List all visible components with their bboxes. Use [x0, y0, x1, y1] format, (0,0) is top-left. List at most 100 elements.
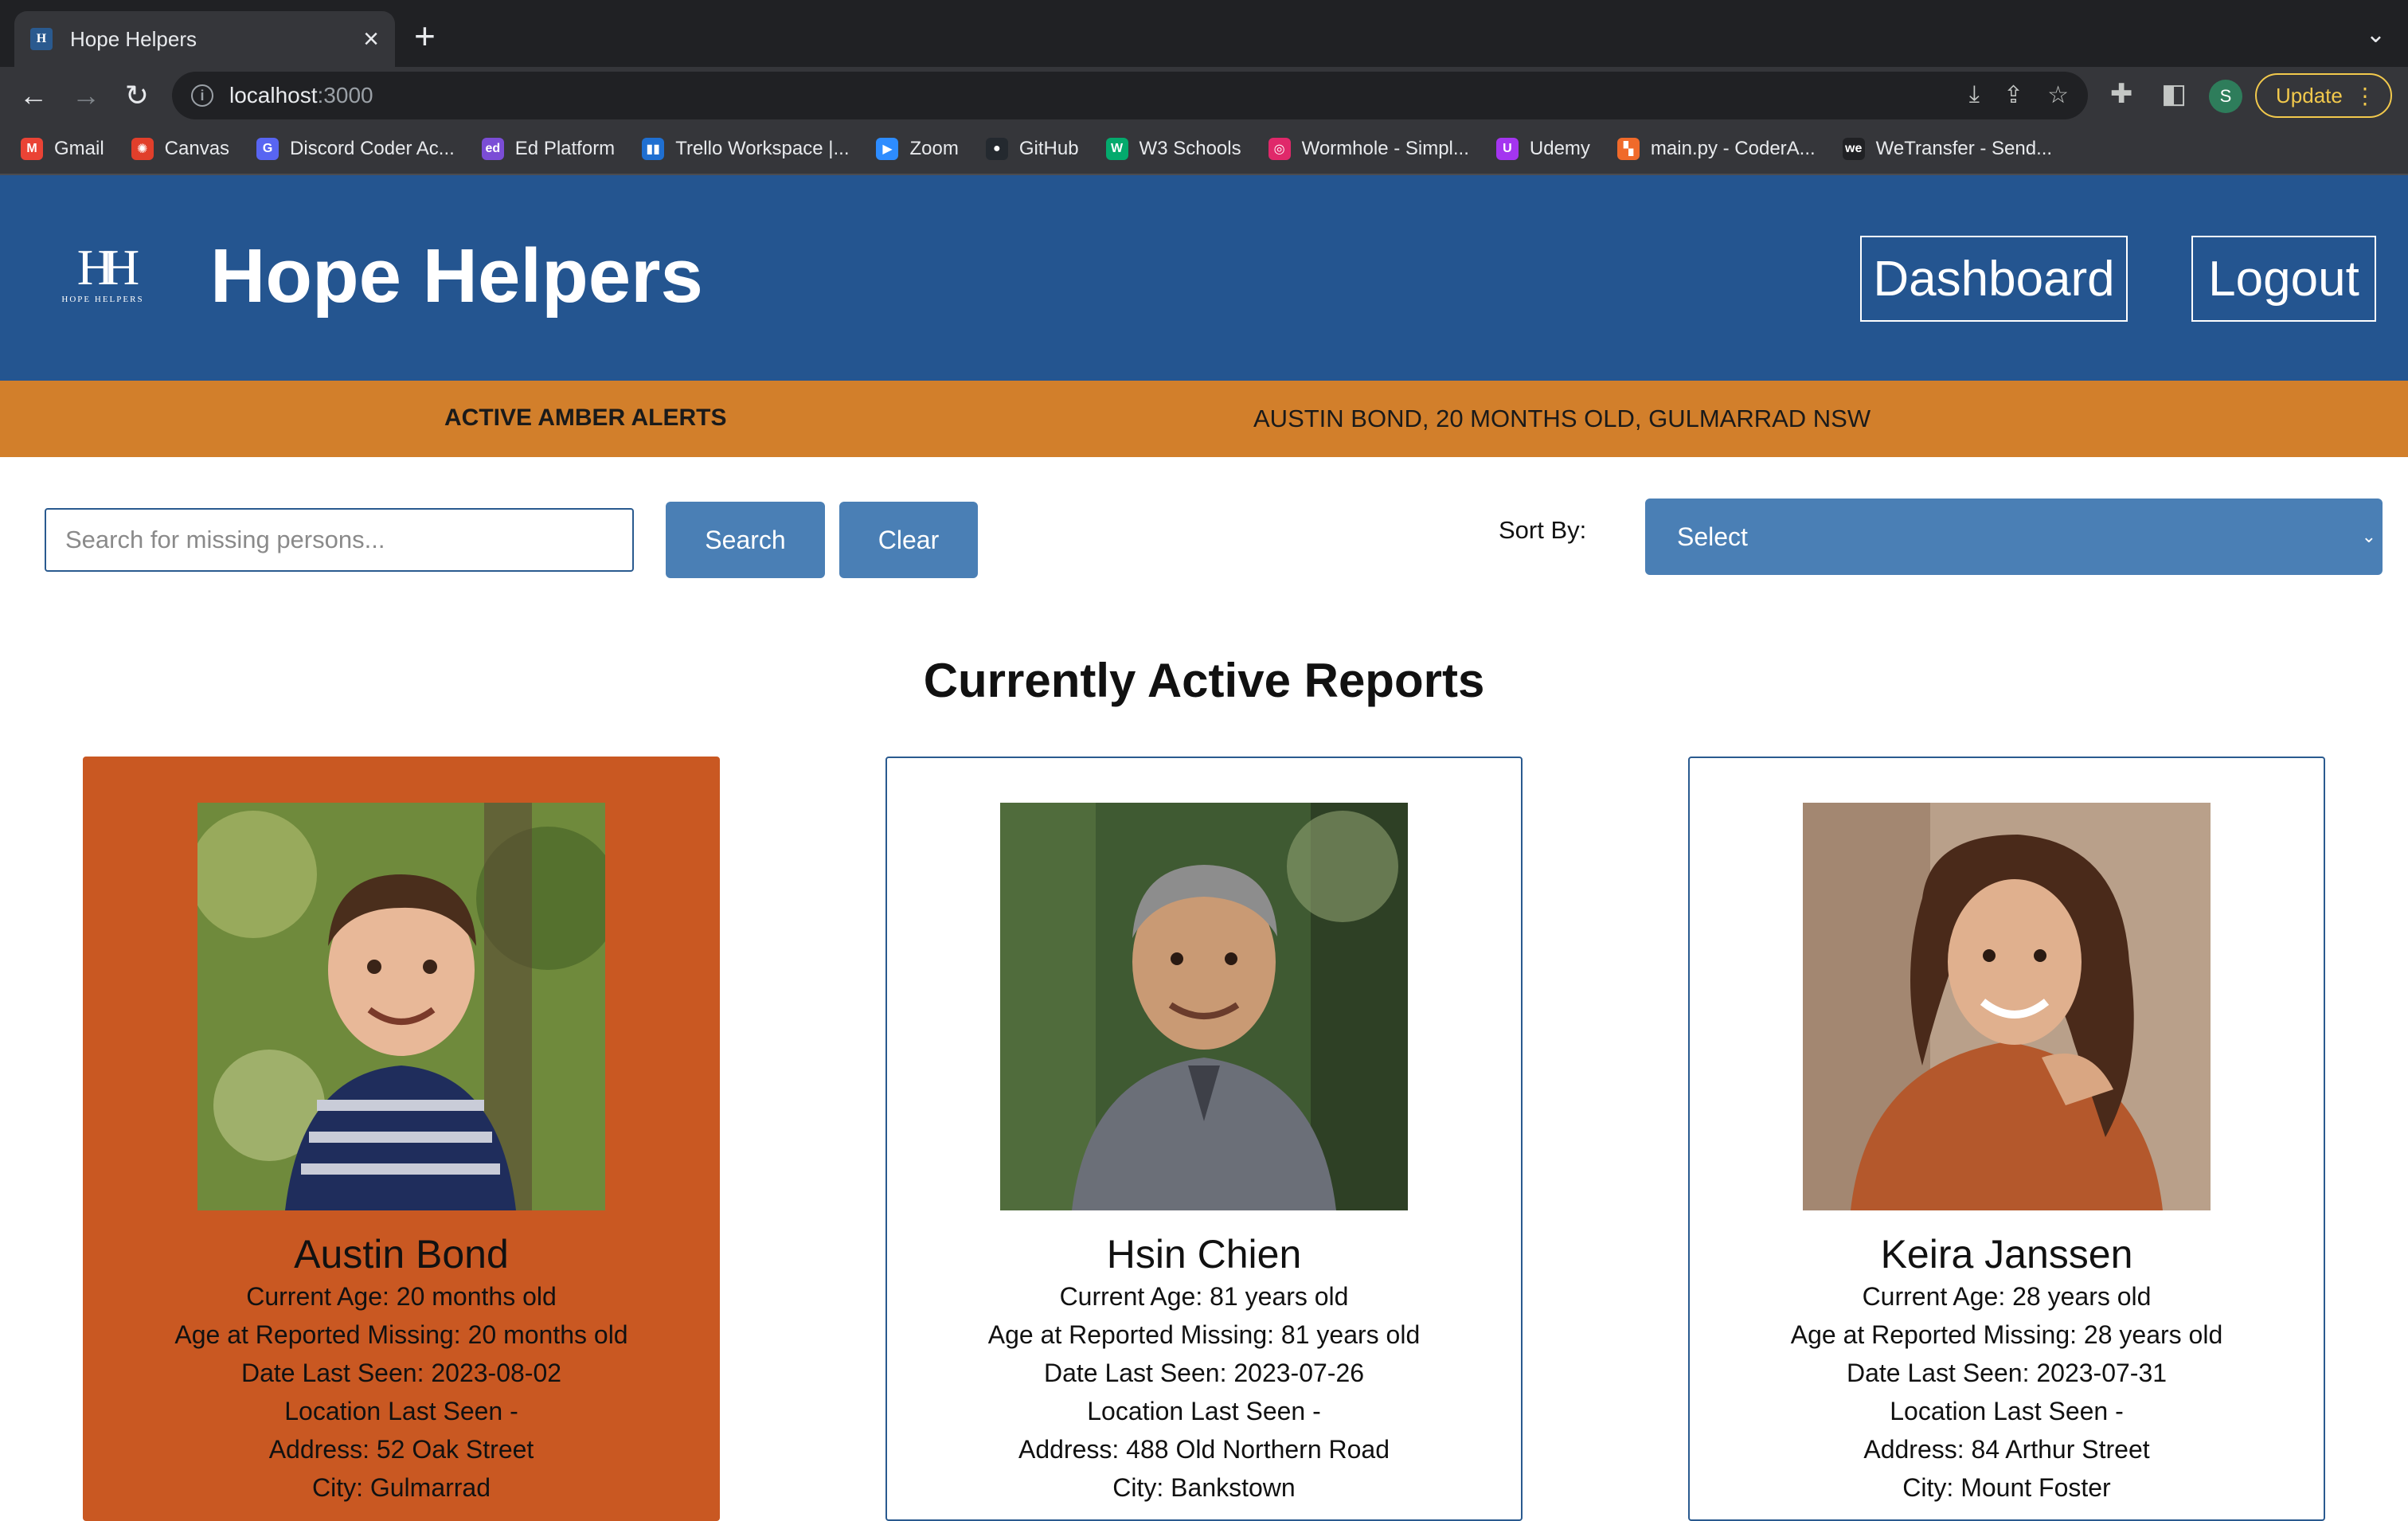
reload-icon[interactable]: ↻ — [119, 78, 154, 113]
site-favicon-icon: H — [30, 28, 53, 50]
dashboard-button[interactable]: Dashboard — [1860, 236, 2128, 322]
age-at-missing: Age at Reported Missing: 28 years old — [1790, 1320, 2223, 1349]
reports-heading: Currently Active Reports — [923, 654, 1485, 707]
bookmark-icon: ▶ — [876, 138, 899, 160]
bookmark-label: Ed Platform — [514, 138, 616, 159]
date-last-seen: Date Last Seen: 2023-07-26 — [1043, 1359, 1365, 1387]
person-name[interactable]: Austin Bond — [84, 1231, 718, 1277]
address: Address: 84 Arthur Street — [1863, 1435, 2150, 1464]
bookmark-item[interactable]: ▶ Zoom — [876, 138, 959, 160]
bookmark-icon: U — [1495, 138, 1519, 160]
bookmark-icon: G — [256, 138, 280, 160]
bookmark-label: Canvas — [164, 138, 230, 159]
forward-arrow-icon[interactable]: → — [68, 78, 104, 113]
bookmark-label: main.py - CoderA... — [1650, 138, 1816, 159]
city: City: Gulmarrad — [311, 1473, 491, 1502]
bookmark-item[interactable]: ◎ Wormhole - Simpl... — [1268, 138, 1469, 160]
bookmark-icon: ▮▮ — [642, 138, 665, 160]
search-input[interactable] — [45, 508, 634, 572]
bookmark-item[interactable]: G Discord Coder Ac... — [256, 138, 455, 160]
side-panel-icon[interactable]: ◧ — [2161, 78, 2187, 110]
more-menu-icon[interactable]: ⋮ — [2354, 83, 2376, 109]
bookmark-label: GitHub — [1018, 138, 1079, 159]
bookmark-label: Discord Coder Ac... — [290, 138, 455, 159]
bookmark-item[interactable]: ▚ main.py - CoderA... — [1616, 138, 1816, 160]
hope-helpers-logo[interactable]: HH HOPE HELPERS — [56, 242, 150, 315]
clear-button[interactable]: Clear — [839, 502, 978, 578]
url-port: :3000 — [317, 83, 373, 108]
bookmark-label: Wormhole - Simpl... — [1301, 138, 1469, 159]
bookmark-icon: ● — [985, 138, 1008, 160]
amber-alert-message[interactable]: AUSTIN BOND, 20 MONTHS OLD, GULMARRAD NS… — [1253, 405, 1870, 433]
sort-select[interactable]: Select ⌄ — [1645, 499, 2383, 575]
bookmark-label: Gmail — [54, 138, 104, 159]
site-title: Hope Helpers — [210, 233, 703, 319]
bookmark-item[interactable]: M Gmail — [21, 138, 104, 160]
current-age: Current Age: 81 years old — [1059, 1282, 1349, 1311]
update-button[interactable]: Update ⋮ — [2255, 73, 2392, 118]
amber-alert-label: ACTIVE AMBER ALERTS — [444, 405, 727, 431]
location-last-seen-label: Location Last Seen - — [1087, 1397, 1321, 1425]
install-app-icon[interactable]: ⤓ — [1969, 81, 1980, 109]
report-card[interactable]: Keira Janssen Current Age: 28 years old … — [1688, 757, 2325, 1521]
age-at-missing: Age at Reported Missing: 20 months old — [174, 1320, 628, 1349]
city: City: Mount Foster — [1902, 1473, 2111, 1502]
address: Address: 488 Old Northern Road — [1018, 1435, 1390, 1464]
person-name[interactable]: Keira Janssen — [1690, 1231, 2324, 1277]
url-host: localhost — [229, 83, 318, 108]
tab-title: Hope Helpers — [70, 26, 197, 51]
bookmark-icon: ▚ — [1616, 138, 1640, 160]
person-photo — [197, 803, 605, 1210]
city: City: Bankstown — [1112, 1473, 1296, 1502]
date-last-seen: Date Last Seen: 2023-08-02 — [240, 1359, 562, 1387]
bookmark-label: Udemy — [1529, 138, 1590, 159]
bookmark-item[interactable]: ▮▮ Trello Workspace |... — [642, 138, 849, 160]
extensions-puzzle-icon[interactable]: ✚ — [2110, 78, 2133, 110]
close-tab-icon[interactable]: × — [363, 25, 379, 53]
site-header: HH HOPE HELPERS Hope Helpers Dashboard L… — [0, 175, 2408, 381]
bookmark-label: Zoom — [909, 138, 959, 159]
bookmark-item[interactable]: U Udemy — [1495, 138, 1590, 160]
logo-text: HOPE HELPERS — [61, 295, 144, 304]
bookmark-item[interactable]: ed Ed Platform — [481, 138, 616, 160]
current-age: Current Age: 20 months old — [246, 1282, 557, 1311]
bookmark-label: Trello Workspace |... — [675, 138, 850, 159]
bookmark-icon: ◎ — [1268, 138, 1291, 160]
bookmark-item[interactable]: we WeTransfer - Send... — [1842, 138, 2052, 160]
site-info-icon[interactable]: i — [191, 84, 213, 107]
update-label: Update — [2276, 83, 2343, 108]
tab-search-chevron-icon[interactable]: ⌄ — [2366, 21, 2386, 49]
bookmark-item[interactable]: ● GitHub — [985, 138, 1079, 160]
bookmark-item[interactable]: W W3 Schools — [1105, 138, 1241, 160]
report-card[interactable]: Austin Bond Current Age: 20 months old A… — [83, 757, 720, 1521]
address-bar[interactable]: i localhost:3000 ⤓ ⇪ ☆ — [172, 72, 2088, 119]
bookmark-icon: W — [1105, 138, 1128, 160]
date-last-seen: Date Last Seen: 2023-07-31 — [1846, 1359, 2168, 1387]
share-icon[interactable]: ⇪ — [2003, 81, 2023, 109]
person-photo — [1803, 803, 2211, 1210]
bookmark-icon: ed — [481, 138, 504, 160]
profile-avatar[interactable]: S — [2209, 80, 2242, 113]
address: Address: 52 Oak Street — [268, 1435, 534, 1464]
bookmark-icon: M — [21, 138, 43, 160]
amber-alert-bar: ACTIVE AMBER ALERTS AUSTIN BOND, 20 MONT… — [0, 381, 2408, 457]
logout-button[interactable]: Logout — [2191, 236, 2376, 322]
search-button[interactable]: Search — [666, 502, 825, 578]
bookmarks-bar: M Gmail ✺ Canvas G Discord Coder Ac... ed Ed Pl… — [0, 124, 2408, 175]
browser-tabstrip: H Hope Helpers × + ⌄ — [0, 0, 2408, 67]
person-name[interactable]: Hsin Chien — [887, 1231, 1521, 1277]
report-card[interactable]: Hsin Chien Current Age: 81 years old Age… — [885, 757, 1523, 1521]
bookmark-item[interactable]: ✺ Canvas — [131, 138, 229, 160]
location-last-seen-label: Location Last Seen - — [1890, 1397, 2124, 1425]
new-tab-icon[interactable]: + — [414, 18, 436, 54]
chevron-down-icon: ⌄ — [2361, 526, 2376, 546]
url-text: localhost:3000 — [229, 83, 373, 108]
browser-tab[interactable]: H Hope Helpers × — [14, 11, 395, 67]
bookmark-star-icon[interactable]: ☆ — [2047, 81, 2069, 109]
logo-mark: HH — [76, 239, 139, 295]
back-arrow-icon[interactable]: ← — [16, 78, 51, 113]
current-age: Current Age: 28 years old — [1862, 1282, 2152, 1311]
browser-toolbar: ← → ↻ i localhost:3000 ⤓ ⇪ ☆ ✚ ◧ — [0, 67, 2408, 124]
sort-select-value: Select — [1677, 522, 1748, 551]
sort-by-label: Sort By: — [1499, 516, 1587, 544]
